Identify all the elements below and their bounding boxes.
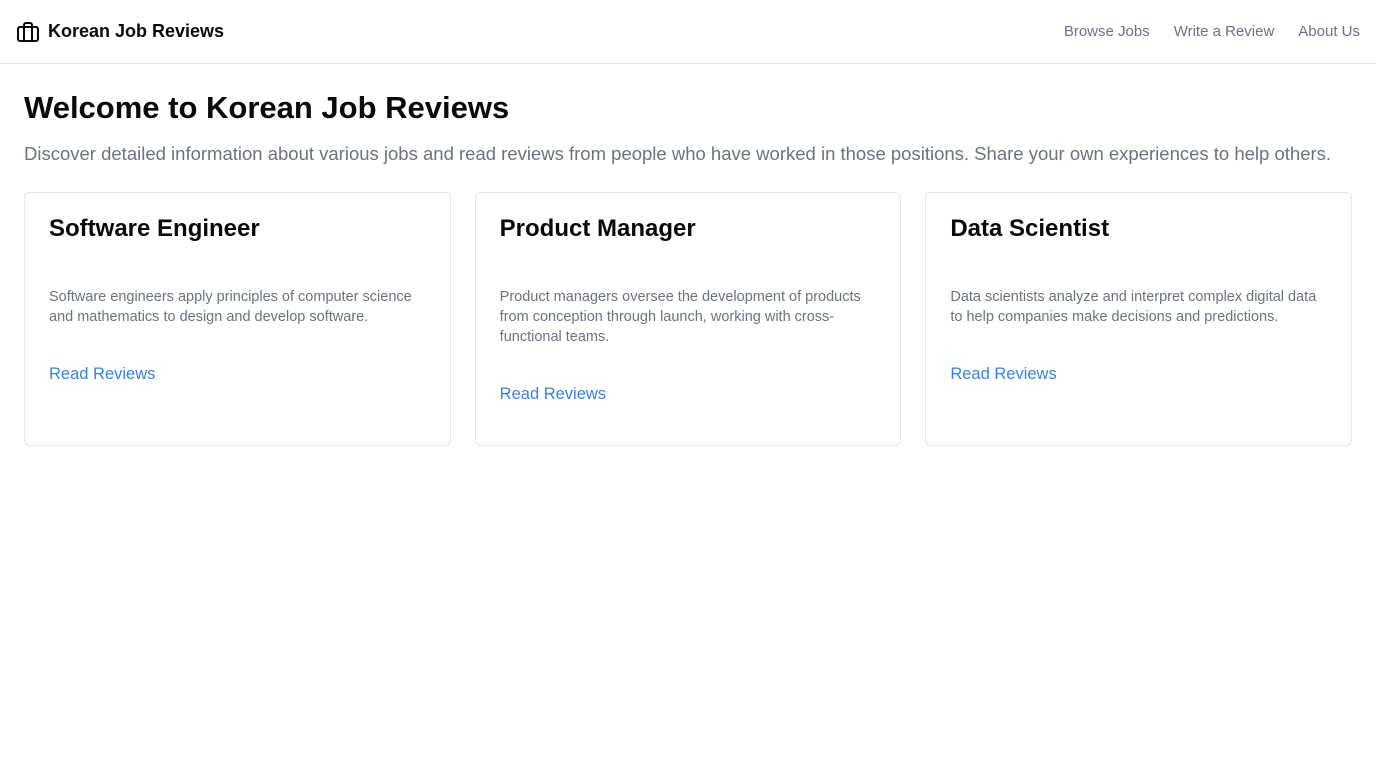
job-card-title: Data Scientist [950,215,1110,242]
intro-text: Discover detailed information about vari… [24,143,1332,164]
job-card-data-scientist: Data Scientist Data scientists analyze a… [925,192,1353,446]
nav-browse-jobs[interactable]: Browse Jobs [1064,23,1150,40]
job-card-description: Data scientists analyze and interpret co… [950,289,1317,325]
read-reviews-link[interactable]: Read Reviews [49,365,155,384]
job-cards: Software Engineer Software engineers app… [24,192,1353,446]
job-card-title: Product Manager [499,215,696,242]
job-card-product-manager: Product Manager Product managers oversee… [474,192,902,446]
top-navigation-bar: Korean Job Reviews Browse Jobs Write a R… [0,0,1376,64]
read-reviews-link[interactable]: Read Reviews [950,365,1056,384]
briefcase-icon [16,20,40,44]
job-card-software-engineer: Software Engineer Software engineers app… [24,192,451,446]
site-title: Korean Job Reviews [48,21,225,41]
job-card-description: Software engineers apply principles of c… [49,289,412,325]
brand[interactable]: Korean Job Reviews [16,20,224,44]
main-content: Welcome to Korean Job Reviews Discover d… [0,64,1376,446]
main-nav: Browse Jobs Write a Review About Us [1064,23,1360,40]
page-title: Welcome to Korean Job Reviews [24,90,510,125]
job-card-description: Product managers oversee the development… [499,289,861,345]
nav-about-us[interactable]: About Us [1298,23,1360,40]
nav-write-review[interactable]: Write a Review [1174,23,1275,40]
job-card-title: Software Engineer [49,215,260,242]
read-reviews-link[interactable]: Read Reviews [500,385,606,404]
